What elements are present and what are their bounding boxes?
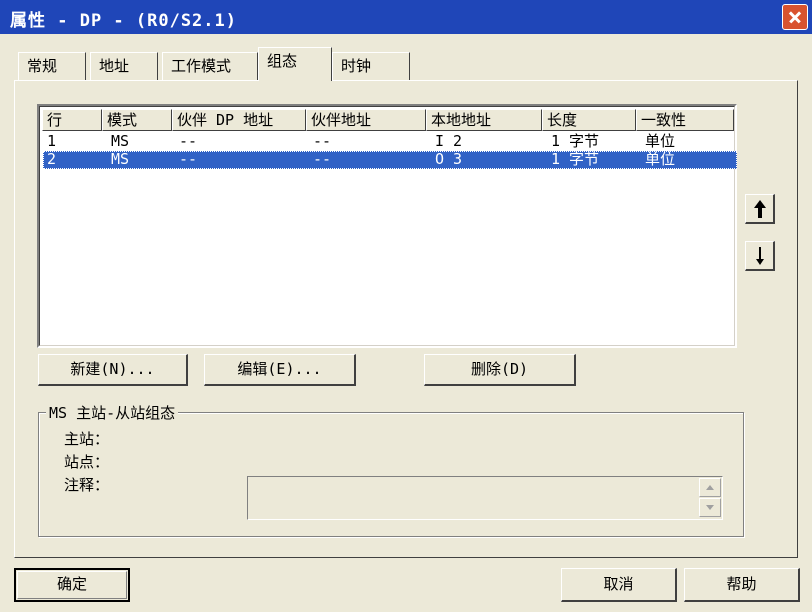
station-label: 站点： xyxy=(64,453,110,471)
remark-scrollbar[interactable] xyxy=(699,478,721,518)
move-down-button[interactable] xyxy=(745,241,775,271)
master-label: 主站： xyxy=(64,430,110,448)
configuration-list[interactable]: 行 模式 伙伴 DP 地址 伙伴地址 本地地址 长度 一致性 1 MS -- -… xyxy=(37,104,737,348)
cell-length: 1 字节 xyxy=(551,150,600,168)
cell-consistency: 单位 xyxy=(645,132,676,150)
cancel-button[interactable]: 取消 xyxy=(561,568,677,602)
table-row-selected[interactable]: 2 MS -- -- O 3 1 字节 单位 xyxy=(43,151,737,169)
tab-configuration[interactable]: 组态 xyxy=(258,47,332,81)
column-header-length[interactable]: 长度 xyxy=(542,109,636,131)
delete-button[interactable]: 删除(D) xyxy=(424,354,576,386)
button-label: 确定 xyxy=(56,575,87,593)
help-button[interactable]: 帮助 xyxy=(684,568,800,602)
group-title: MS 主站-从站组态 xyxy=(46,402,179,423)
button-label: 新建(N)... xyxy=(70,360,155,378)
tab-general[interactable]: 常规 xyxy=(18,52,86,80)
edit-button[interactable]: 编辑(E)... xyxy=(204,354,356,386)
tab-label: 常规 xyxy=(27,57,58,75)
column-header-row[interactable]: 行 xyxy=(42,109,102,131)
cell-mode: MS xyxy=(111,150,130,168)
cell-partner-address: -- xyxy=(313,132,332,150)
new-button[interactable]: 新建(N)... xyxy=(38,354,188,386)
cell-local-address: I 2 xyxy=(435,132,463,150)
column-header-consistency[interactable]: 一致性 xyxy=(636,109,734,131)
arrow-up-icon xyxy=(754,200,766,218)
scroll-up-icon xyxy=(706,485,714,490)
header-label: 本地地址 xyxy=(431,111,492,129)
move-up-button[interactable] xyxy=(745,194,775,224)
header-label: 长度 xyxy=(547,111,578,129)
cell-partner-dp: -- xyxy=(179,150,198,168)
cell-consistency: 单位 xyxy=(645,150,676,168)
scroll-down-icon xyxy=(706,505,714,510)
button-label: 删除(D) xyxy=(470,360,529,378)
tab-label: 地址 xyxy=(99,57,130,75)
scroll-up-button[interactable] xyxy=(699,478,721,497)
column-header-partner-dp-address[interactable]: 伙伴 DP 地址 xyxy=(172,109,306,131)
table-row[interactable]: 1 MS -- -- I 2 1 字节 单位 xyxy=(43,133,737,151)
tab-address[interactable]: 地址 xyxy=(90,52,158,80)
column-header-local-address[interactable]: 本地地址 xyxy=(426,109,542,131)
button-label: 帮助 xyxy=(726,575,757,593)
close-icon[interactable] xyxy=(782,4,808,30)
properties-dialog: 属性 - DP - (R0/S2.1) 常规 地址 工作模式 组态 时钟 行 模… xyxy=(0,0,812,612)
column-header-mode[interactable]: 模式 xyxy=(102,109,172,131)
cell-mode: MS xyxy=(111,132,130,150)
cell-row: 2 xyxy=(47,150,57,168)
tab-label: 组态 xyxy=(267,52,298,70)
cell-row: 1 xyxy=(47,132,57,150)
tab-operating-mode[interactable]: 工作模式 xyxy=(162,52,258,80)
tab-clock[interactable]: 时钟 xyxy=(332,52,410,80)
window-title: 属性 - DP - (R0/S2.1) xyxy=(10,11,237,31)
button-label: 取消 xyxy=(603,575,634,593)
header-label: 伙伴 DP 地址 xyxy=(177,111,274,129)
button-label: 编辑(E)... xyxy=(237,360,322,378)
header-label: 模式 xyxy=(107,111,138,129)
header-label: 伙伴地址 xyxy=(311,111,372,129)
header-label: 行 xyxy=(47,111,63,129)
header-label: 一致性 xyxy=(641,111,687,129)
cell-partner-address: -- xyxy=(313,150,332,168)
tab-label: 工作模式 xyxy=(171,57,232,75)
scroll-down-button[interactable] xyxy=(699,498,721,517)
tab-label: 时钟 xyxy=(341,57,372,75)
cell-partner-dp: -- xyxy=(179,132,198,150)
column-header-partner-address[interactable]: 伙伴地址 xyxy=(306,109,426,131)
cell-local-address: O 3 xyxy=(435,150,463,168)
remark-field[interactable] xyxy=(247,476,723,520)
cell-length: 1 字节 xyxy=(551,132,600,150)
remark-label: 注释： xyxy=(64,476,110,494)
title-bar[interactable]: 属性 - DP - (R0/S2.1) xyxy=(0,0,812,34)
arrow-down-icon xyxy=(756,247,764,265)
ok-button[interactable]: 确定 xyxy=(14,568,130,602)
